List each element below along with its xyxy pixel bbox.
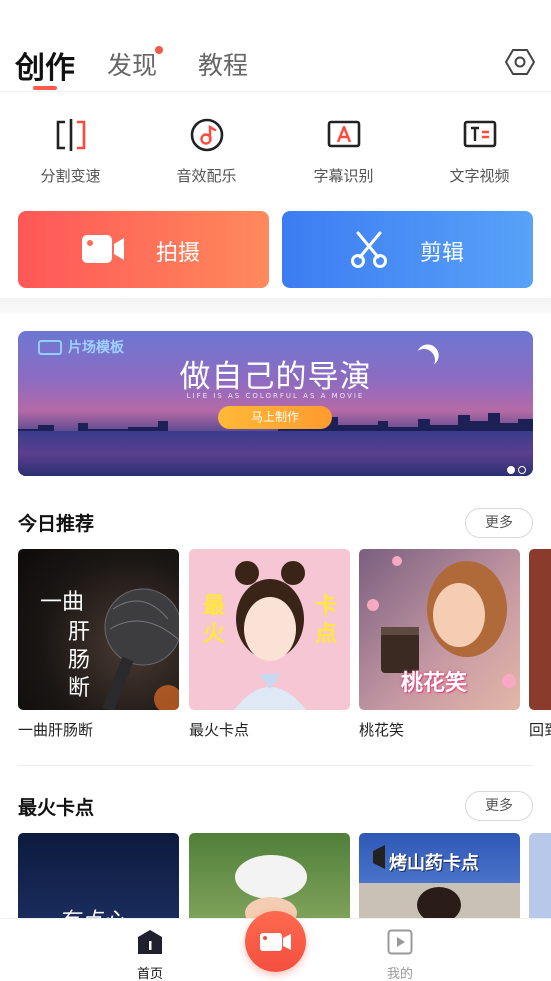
tab-tutorial[interactable]: 教程	[198, 46, 248, 82]
music-note-icon	[190, 118, 223, 152]
template-card[interactable]: 有点心	[18, 833, 179, 918]
banner-title: 做自己的导演	[179, 359, 372, 395]
video-camera-icon	[260, 933, 291, 951]
edit-button[interactable]: 剪辑	[282, 211, 533, 288]
more-button[interactable]: 更多	[465, 791, 533, 821]
template-card[interactable]: 最火 卡点	[189, 549, 350, 710]
record-button[interactable]	[245, 911, 306, 972]
card-art-text: 一曲	[40, 590, 85, 615]
tool-sound-music[interactable]: 音效配乐	[138, 112, 275, 186]
template-card[interactable]	[189, 833, 350, 918]
tool-label: 分割变速	[40, 167, 101, 185]
card-label: 一曲肝肠断	[18, 721, 94, 739]
play-box-icon	[387, 929, 413, 955]
section-title-hot-beat: 最火卡点	[18, 797, 95, 819]
section-divider	[18, 765, 533, 766]
girl-white-hat-image	[235, 855, 307, 918]
template-banner[interactable]: 片场模板 做自己的导演 LIFE IS AS COLORFUL AS A MOV…	[18, 331, 533, 476]
more-button[interactable]: 更多	[465, 508, 533, 538]
template-card[interactable]	[529, 549, 551, 710]
card-label: 回到	[529, 721, 551, 739]
card-art-text: 肝肠断	[68, 620, 91, 701]
river-reflection	[18, 431, 533, 476]
tool-text-video[interactable]: 文字视频	[411, 112, 548, 186]
card-art-text: 桃花笑	[401, 671, 468, 696]
template-card[interactable]: 桃花笑	[359, 549, 520, 710]
card-label: 最火卡点	[189, 721, 250, 739]
card-label: 桃花笑	[359, 721, 405, 739]
nav-mine-label: 我的	[386, 967, 413, 981]
subtitle-recognize-icon	[327, 120, 360, 148]
banner-subtitle: LIFE IS AS COLORFUL AS A MOVIE	[186, 392, 365, 400]
settings-hexagon-icon[interactable]	[505, 47, 535, 77]
template-card[interactable]	[529, 833, 551, 918]
nav-home-label: 首页	[136, 967, 163, 981]
section-gap	[0, 298, 551, 313]
man-portrait-image	[359, 845, 520, 918]
microphone-image	[102, 588, 179, 710]
card-art-text: 有点心	[58, 903, 124, 918]
edit-label: 剪辑	[420, 241, 465, 266]
tool-split-speed[interactable]: 分割变速	[2, 112, 139, 186]
shoot-label: 拍摄	[156, 241, 201, 266]
quick-tools: 分割变速 音效配乐 字幕识别 文字视频	[0, 112, 551, 192]
banner-pagination	[504, 459, 526, 476]
active-tab-indicator	[33, 86, 57, 90]
nav-home[interactable]: 首页	[120, 929, 180, 981]
tool-label: 文字视频	[449, 167, 510, 185]
tool-label: 字幕识别	[313, 167, 374, 185]
pagination-dot	[518, 466, 526, 474]
top-header: 创作 发现 教程	[0, 0, 551, 92]
template-card[interactable]: 烤山药卡点	[359, 833, 520, 918]
card-art-text: 卡点	[315, 594, 338, 647]
card-art-text: 烤山药卡点	[389, 853, 479, 874]
shoot-button[interactable]: 拍摄	[18, 211, 269, 288]
video-camera-icon	[82, 235, 124, 263]
pagination-dot-active	[507, 466, 515, 474]
tool-label: 音效配乐	[176, 167, 237, 185]
section-title-recommend: 今日推荐	[18, 513, 95, 535]
tab-discover[interactable]: 发现	[107, 46, 157, 82]
text-video-icon	[463, 120, 496, 148]
banner-cta-button[interactable]: 马上制作	[218, 406, 332, 429]
scissors-icon	[351, 231, 387, 268]
split-speed-icon	[56, 119, 85, 151]
nav-mine[interactable]: 我的	[370, 929, 430, 981]
discover-badge-dot	[155, 46, 163, 54]
card-art-text: 最火	[203, 594, 226, 647]
tab-create[interactable]: 创作	[15, 43, 75, 87]
tool-subtitle-recognize[interactable]: 字幕识别	[275, 112, 412, 186]
home-icon	[138, 930, 162, 954]
template-card[interactable]: 一曲 肝肠断	[18, 549, 179, 710]
